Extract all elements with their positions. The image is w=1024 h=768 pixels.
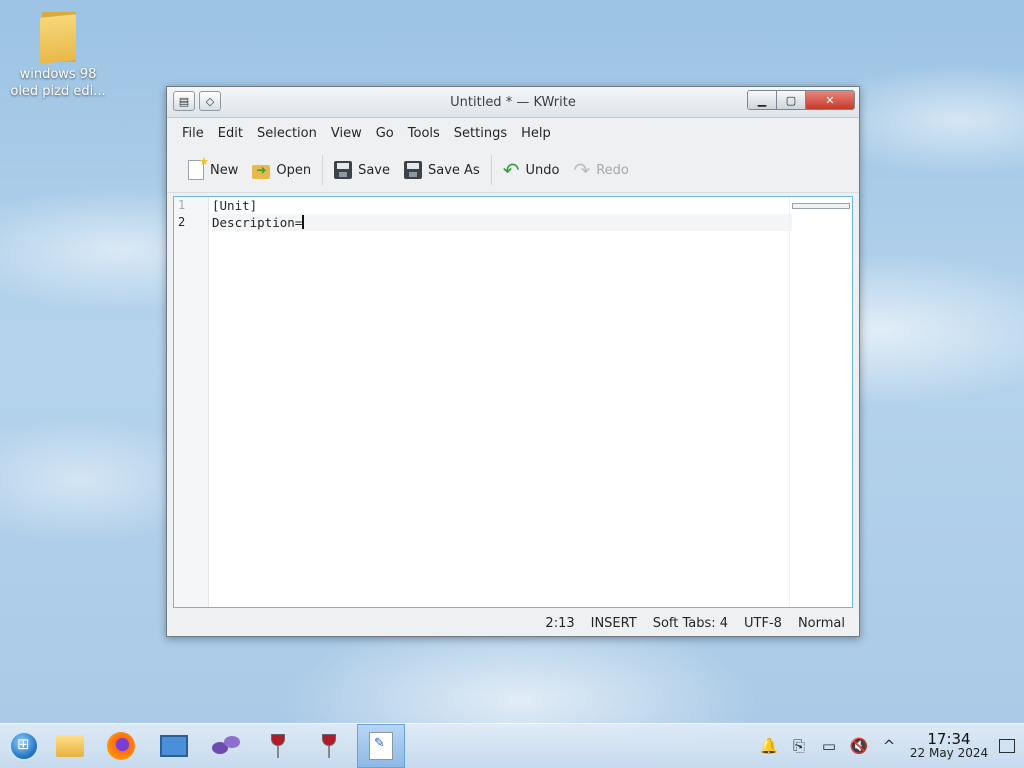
toolbar-separator	[490, 155, 492, 185]
folder-icon	[38, 6, 78, 64]
firefox-icon	[107, 732, 135, 760]
text-editor-icon	[369, 732, 393, 760]
battery-icon[interactable]: ▭	[814, 737, 844, 755]
undo-button[interactable]: ↶ Undo	[496, 155, 567, 185]
menu-bar: File Edit Selection View Go Tools Settin…	[167, 118, 859, 148]
redo-icon: ↷	[573, 158, 591, 182]
open-folder-icon	[252, 163, 271, 179]
save-as-button[interactable]: Save As	[397, 155, 487, 185]
toolbar-separator	[322, 155, 324, 185]
line-number-gutter: 1 2	[174, 197, 209, 607]
wine-glass-icon	[271, 734, 285, 758]
line-number: 1	[178, 198, 186, 212]
taskbar-remote-desktop[interactable]	[150, 724, 198, 768]
code-line[interactable]: [Unit]	[212, 197, 792, 214]
minimap-scrollbar[interactable]	[792, 197, 852, 607]
taskbar-kde-connect[interactable]	[203, 724, 251, 768]
save-as-icon	[404, 161, 423, 179]
word-wrap-marker	[789, 197, 790, 607]
desktop-folder-shortcut[interactable]: windows 98 oled pizd edi...	[8, 6, 108, 100]
notifications-icon[interactable]: 🔔	[754, 737, 784, 755]
blobs-icon	[212, 736, 242, 756]
system-tray: 🔔 ⎘ ▭ 🔇 ^ 17:34 22 May 2024	[754, 724, 1024, 768]
taskbar-kwrite[interactable]	[357, 724, 405, 768]
start-orb-icon	[9, 731, 39, 761]
clock[interactable]: 17:34 22 May 2024	[908, 730, 990, 761]
save-icon	[334, 161, 353, 179]
minimap-slider[interactable]	[792, 203, 850, 209]
taskbar-file-manager[interactable]	[46, 724, 94, 768]
start-button[interactable]	[0, 724, 48, 768]
line-number: 2	[178, 215, 186, 229]
clock-time: 17:34	[927, 730, 971, 748]
menu-settings[interactable]: Settings	[447, 126, 514, 141]
encoding-selector[interactable]: UTF-8	[736, 616, 790, 631]
input-mode[interactable]: INSERT	[583, 616, 645, 631]
status-bar: 2:13 INSERT Soft Tabs: 4 UTF-8 Normal	[167, 610, 859, 636]
menu-go[interactable]: Go	[369, 126, 401, 141]
new-document-icon	[188, 155, 209, 180]
taskbar-wine-1[interactable]	[254, 724, 302, 768]
open-button[interactable]: Open	[245, 155, 318, 185]
menu-selection[interactable]: Selection	[250, 126, 324, 141]
text-cursor	[302, 215, 305, 229]
code-area[interactable]: [Unit] Description=	[212, 197, 792, 231]
volume-muted-icon[interactable]: 🔇	[844, 737, 874, 755]
menu-tools[interactable]: Tools	[401, 126, 447, 141]
indentation-setting[interactable]: Soft Tabs: 4	[645, 616, 736, 631]
show-desktop-button[interactable]	[990, 739, 1024, 753]
save-button[interactable]: Save	[327, 155, 397, 185]
taskbar-firefox[interactable]	[97, 724, 145, 768]
syntax-mode-selector[interactable]: Normal	[790, 616, 853, 631]
redo-button[interactable]: ↷ Redo	[566, 155, 635, 185]
main-toolbar: New Open Save Save As ↶ Undo ↷ Redo	[167, 148, 859, 193]
new-button[interactable]: New	[181, 155, 245, 185]
menu-help[interactable]: Help	[514, 126, 558, 141]
monitor-icon	[160, 735, 188, 757]
show-desktop-icon	[999, 739, 1015, 753]
taskbar-wine-2[interactable]	[305, 724, 353, 768]
title-bar[interactable]: ▤ ◇ Untitled * — KWrite ▁ ▢ ✕	[167, 87, 859, 118]
chevron-up-icon[interactable]: ^	[874, 737, 904, 755]
menu-edit[interactable]: Edit	[211, 126, 250, 141]
taskbar: 🔔 ⎘ ▭ 🔇 ^ 17:34 22 May 2024	[0, 723, 1024, 768]
desktop-icon-label: windows 98 oled pizd edi...	[10, 67, 106, 99]
clock-date: 22 May 2024	[909, 746, 989, 760]
folder-icon	[56, 735, 84, 757]
undo-icon: ↶	[502, 158, 520, 182]
minimize-button[interactable]: ▁	[748, 91, 777, 109]
text-editor[interactable]: 1 2 [Unit] Description=	[173, 196, 853, 608]
wine-glass-icon	[322, 734, 336, 758]
kwrite-window: ▤ ◇ Untitled * — KWrite ▁ ▢ ✕ File Edit …	[166, 86, 860, 637]
menu-view[interactable]: View	[324, 126, 369, 141]
menu-file[interactable]: File	[175, 126, 211, 141]
code-line-current[interactable]: Description=	[212, 214, 792, 231]
clipboard-icon[interactable]: ⎘	[784, 737, 814, 755]
cursor-position[interactable]: 2:13	[537, 616, 582, 631]
maximize-button[interactable]: ▢	[777, 91, 806, 109]
close-button[interactable]: ✕	[806, 91, 854, 109]
